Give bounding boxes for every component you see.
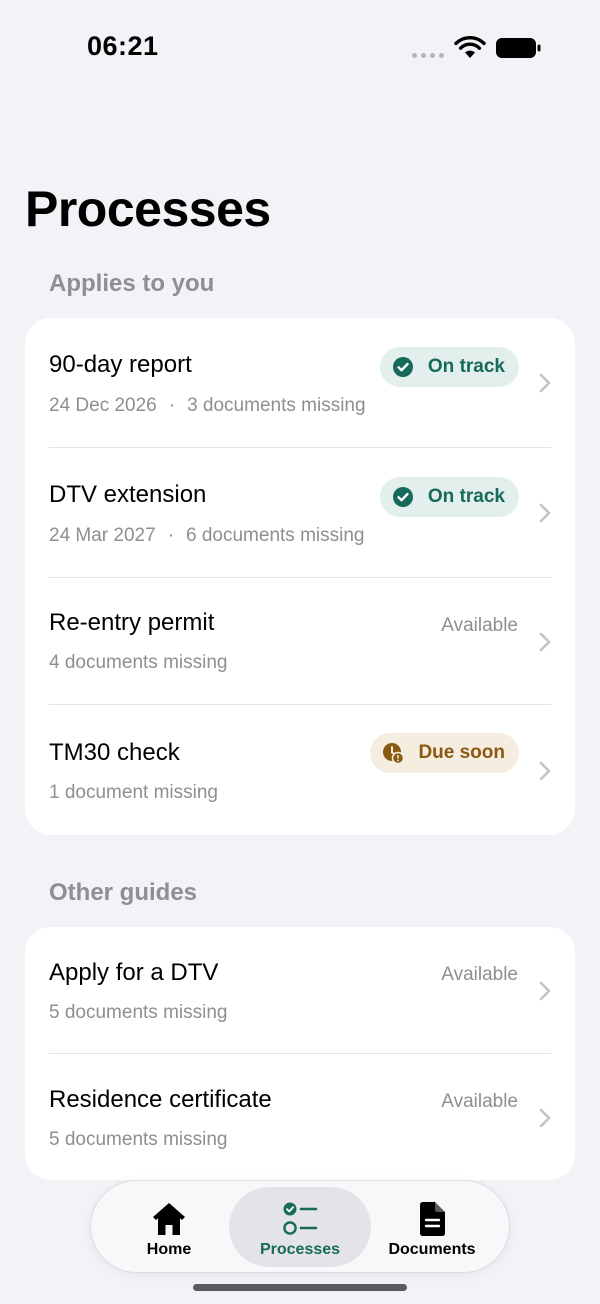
tab-label: Processes [259,1241,341,1258]
other-guides-list: Apply for a DTV 5 documents missing Avai… [25,927,575,1180]
separator: · [167,525,175,546]
row-subtitle: 5 documents missing [49,1129,228,1150]
cellular-signal-icon [412,53,444,58]
status-available: Available [441,1091,518,1112]
separator: · [168,395,176,416]
chevron-right-icon [539,373,551,393]
process-row-dtv-extension[interactable]: DTV extension 24 Mar 2027 · 6 documents mi… [25,448,575,578]
wifi-icon [454,36,486,58]
status-badge-on-track: On track [379,347,519,387]
row-subtitle: 24 Dec 2026 · 3 documents missing [49,395,366,417]
row-title: 90-day report [49,351,192,378]
row-missing: 3 documents missing [187,395,366,416]
guide-row-apply-for-dtv[interactable]: Apply for a DTV 5 documents missing Avai… [25,927,575,1054]
status-bar: 06:21 [0,0,600,96]
page-title: Processes [25,181,271,237]
check-circle-icon [392,357,413,377]
row-title: DTV extension [49,481,207,508]
row-subtitle: 24 Mar 2027 · 6 documents missing [49,525,364,547]
check-circle-icon [392,487,413,507]
home-indicator [193,1284,407,1291]
chevron-right-icon [539,632,551,652]
section-header-other-guides: Other guides [49,879,198,906]
chevron-right-icon [539,503,551,523]
row-title: Re-entry permit [49,609,215,636]
row-subtitle: 4 documents missing [49,652,228,673]
status-available: Available [441,964,518,985]
chevron-right-icon [539,761,551,781]
row-date: 24 Dec 2026 [49,395,157,416]
row-missing: 6 documents missing [186,525,365,546]
tab-bar: Home Processes Documents [90,1180,510,1273]
checklist-icon [283,1202,318,1235]
status-badge-due-soon: Due soon [370,733,519,773]
section-header-applies: Applies to you [49,270,215,297]
chevron-right-icon [539,1108,551,1128]
row-subtitle: 1 document missing [49,782,218,803]
status-time: 06:21 [87,31,159,61]
row-subtitle: 5 documents missing [49,1002,228,1023]
tab-documents[interactable]: Documents [361,1187,503,1267]
tab-processes[interactable]: Processes [229,1187,371,1267]
row-title: Apply for a DTV [49,959,219,986]
tab-label: Home [146,1241,192,1258]
chevron-right-icon [539,981,551,1001]
status-label: Due soon [418,742,505,763]
row-date: 24 Mar 2027 [49,525,156,546]
house-icon [153,1203,185,1235]
row-title: TM30 check [49,739,180,766]
row-title: Residence certificate [49,1086,272,1113]
clock-alert-icon [383,743,405,764]
status-label: On track [427,356,505,377]
guide-row-residence-certificate[interactable]: Residence certificate 5 documents missin… [25,1054,575,1180]
process-row-tm30-check[interactable]: TM30 check 1 document missing Due soon [25,705,575,835]
status-badge-on-track: On track [379,477,519,517]
process-row-90-day-report[interactable]: 90-day report 24 Dec 2026 · 3 documents mi… [25,318,575,448]
tab-home[interactable]: Home [98,1187,240,1267]
applies-to-you-list: 90-day report 24 Dec 2026 · 3 documents mi… [25,318,575,835]
process-row-re-entry-permit[interactable]: Re-entry permit 4 documents missing Avai… [25,578,575,705]
tab-label: Documents [388,1241,476,1258]
status-available: Available [441,615,518,636]
battery-icon [496,38,541,58]
document-icon [420,1202,445,1236]
status-label: On track [427,486,505,507]
